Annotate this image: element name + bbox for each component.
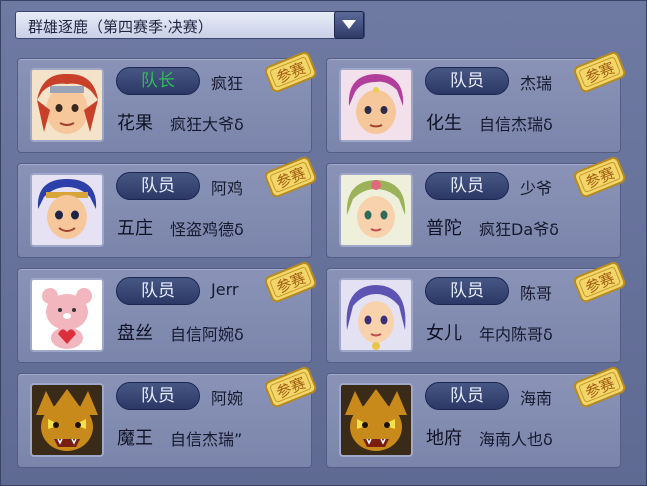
member-name: 怪盗鸡德δ [170,220,244,239]
member-card-3[interactable]: 队员 少爷 普陀 疯狂Da爷δ 参赛 [326,156,626,258]
member-server: 花果 [117,113,153,134]
role-badge: 队员 [425,277,509,305]
season-label: 群雄逐鹿（第四赛季·决赛） [28,18,213,36]
member-name: 自信阿婉δ [170,325,244,344]
member-nickname: 陈哥 [520,284,553,303]
avatar [339,383,413,457]
member-nickname: 疯狂 [211,74,244,93]
member-nickname: Jerr [211,280,239,299]
member-name: 疯狂大爷δ [170,115,244,134]
role-badge: 队员 [116,172,200,200]
member-server: 普陀 [426,218,462,239]
member-name: 疯狂Da爷δ [479,220,559,239]
member-card-4[interactable]: 队员 Jerr 盘丝 自信阿婉δ 参赛 [17,261,317,363]
member-card-0[interactable]: 队长 疯狂 花果 疯狂大爷δ 参赛 [17,51,317,153]
participate-stamp-icon: 参赛 [573,366,626,408]
member-name: 年内陈哥δ [479,325,553,344]
demon-king-icon [32,385,102,455]
role-badge: 队员 [116,382,200,410]
role-badge: 队员 [425,67,509,95]
member-name: 海南人也δ [479,430,553,449]
member-nickname: 少爷 [520,179,553,198]
red-haired-warrior-icon [32,70,102,140]
season-dropdown[interactable]: 群雄逐鹿（第四赛季·决赛） [15,11,365,39]
green-haired-girl-icon [341,175,411,245]
purple-haired-girl-icon [341,280,411,350]
magenta-haired-hero-icon [341,70,411,140]
member-card-7[interactable]: 队员 海南 地府 海南人也δ 参赛 [326,366,626,468]
avatar [30,278,104,352]
role-badge: 队员 [425,382,509,410]
demon-king-icon [341,385,411,455]
participate-stamp-icon: 参赛 [573,261,626,303]
member-name: 自信杰瑞” [170,430,243,449]
pink-bear-icon [32,280,102,350]
member-server: 女儿 [426,323,462,344]
blue-haired-monkey-king-icon [32,175,102,245]
participate-stamp-icon: 参赛 [264,366,317,408]
dropdown-button[interactable] [334,11,364,39]
participate-stamp-icon: 参赛 [573,51,626,93]
role-badge: 队员 [116,277,200,305]
participate-stamp-icon: 参赛 [573,156,626,198]
avatar [339,173,413,247]
member-nickname: 阿婉 [211,389,244,408]
member-nickname: 海南 [520,389,553,408]
avatar [339,278,413,352]
member-nickname: 杰瑞 [520,74,553,93]
member-server: 盘丝 [117,323,153,344]
member-nickname: 阿鸡 [211,179,244,198]
member-card-6[interactable]: 队员 阿婉 魔王 自信杰瑞” 参赛 [17,366,317,468]
member-server: 化生 [426,113,462,134]
participate-stamp-icon: 参赛 [264,261,317,303]
role-badge: 队长 [116,67,200,95]
member-server: 地府 [426,428,462,449]
member-card-1[interactable]: 队员 杰瑞 化生 自信杰瑞δ 参赛 [326,51,626,153]
participate-stamp-icon: 参赛 [264,51,317,93]
participate-stamp-icon: 参赛 [264,156,317,198]
member-server: 五庄 [117,218,153,239]
avatar [30,68,104,142]
avatar [339,68,413,142]
member-name: 自信杰瑞δ [479,115,553,134]
chevron-down-icon [342,20,356,29]
member-card-5[interactable]: 队员 陈哥 女儿 年内陈哥δ 参赛 [326,261,626,363]
team-panel: 群雄逐鹿（第四赛季·决赛） 队长 疯狂 花果 疯狂大爷δ 参赛 队员 杰瑞 化生… [0,0,647,486]
role-badge: 队员 [425,172,509,200]
avatar [30,173,104,247]
member-server: 魔王 [117,428,153,449]
member-card-2[interactable]: 队员 阿鸡 五庄 怪盗鸡德δ 参赛 [17,156,317,258]
avatar [30,383,104,457]
